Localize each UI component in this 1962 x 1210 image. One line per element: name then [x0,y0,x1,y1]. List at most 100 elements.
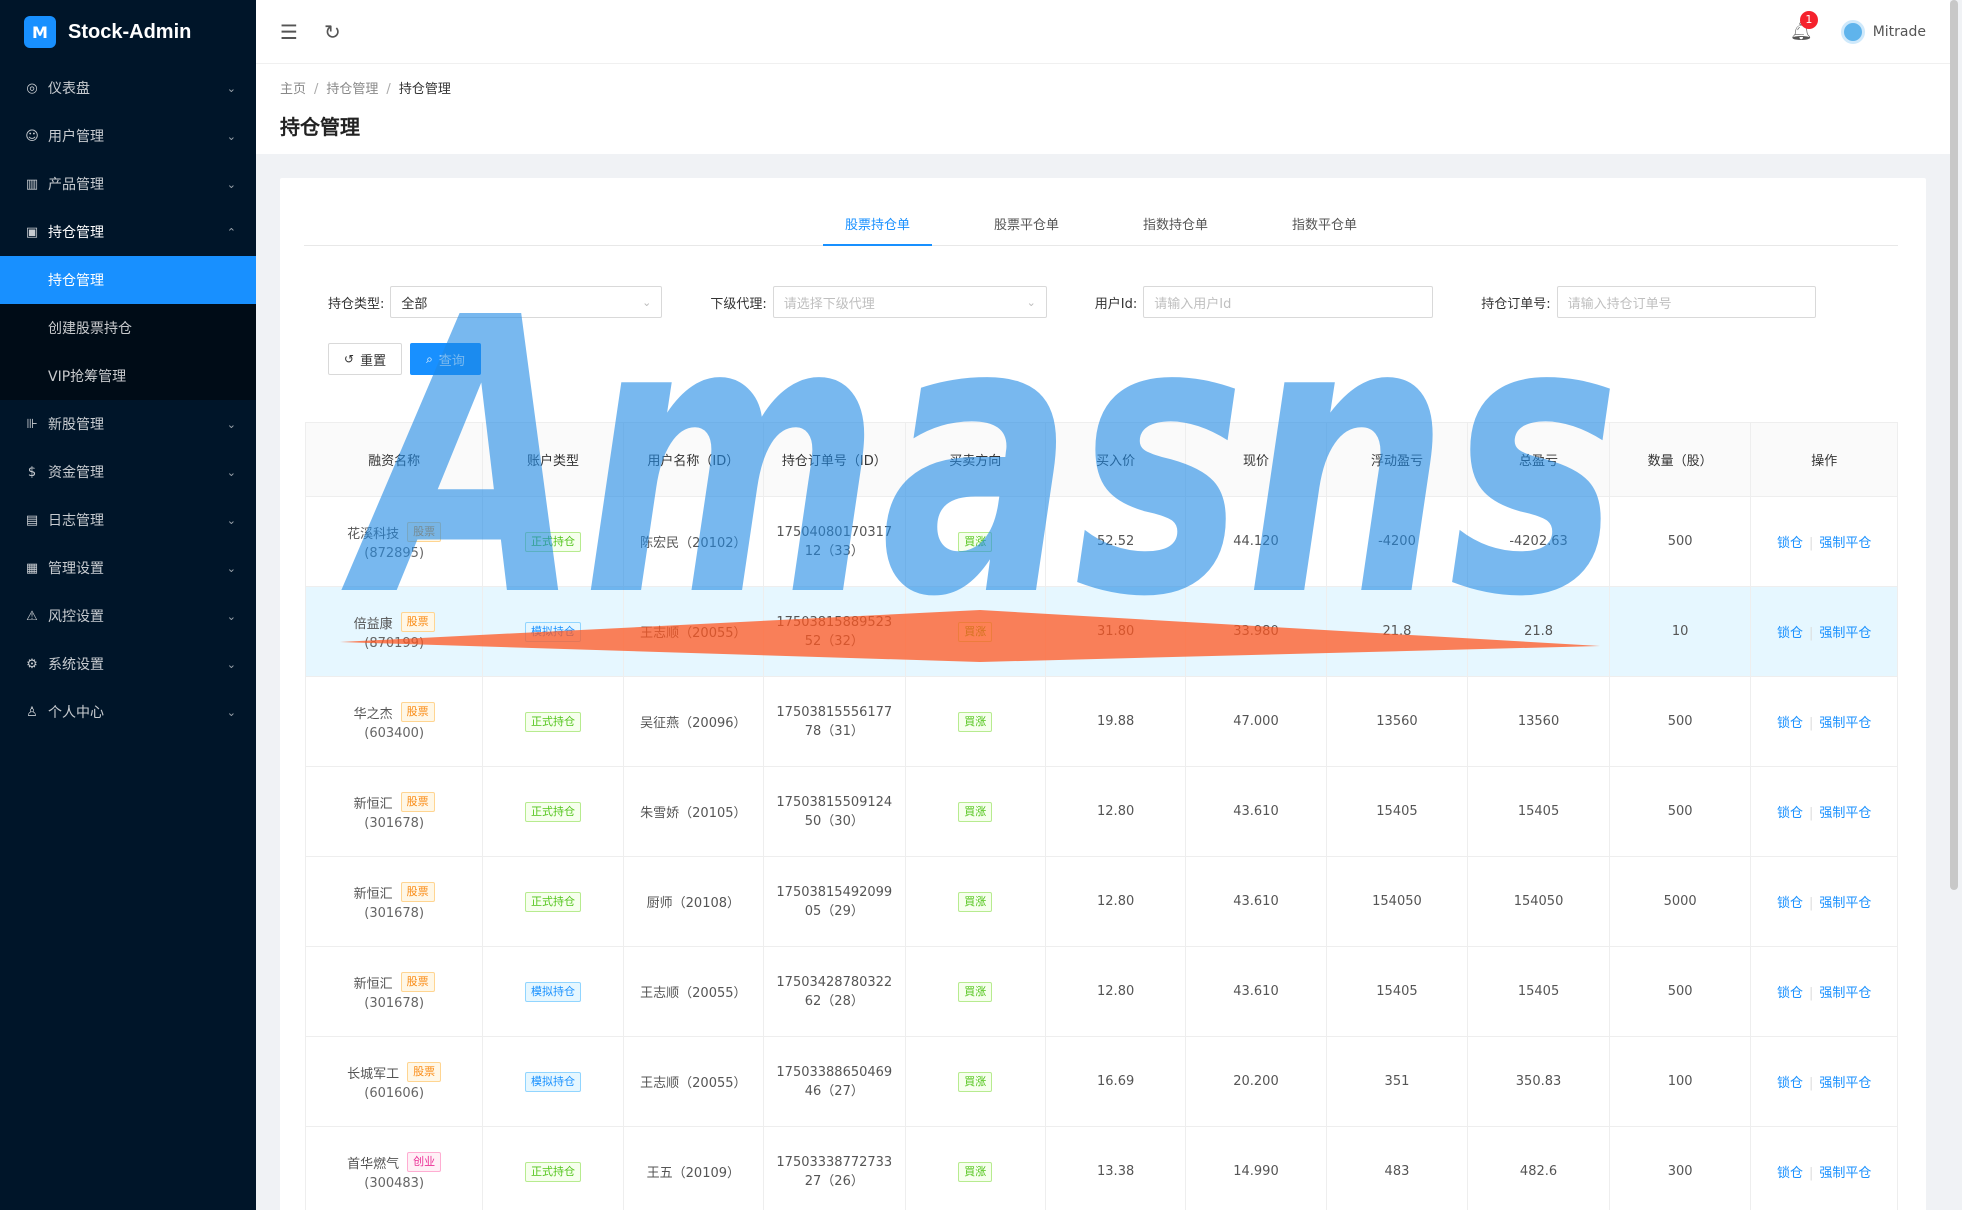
order-input[interactable]: 请输入持仓订单号 [1556,286,1816,318]
logo-icon: M [24,16,56,48]
table-row[interactable]: 花溪科技 股票 (872895) 正式持仓 陈宏民（20102） 175040801703… [304,496,1898,587]
breadcrumb-level1[interactable]: 持仓管理 [326,82,378,97]
force-close-link[interactable]: 强制平仓 [1819,896,1871,911]
search-icon: ⌕ [426,351,433,366]
cell-direction: 買涨 [904,1036,1046,1127]
order-id-line1: 17503815492099 [776,884,893,900]
cell-account-type: 正式持仓 [482,676,624,767]
cell-buy-price: 16.69 [1044,1036,1187,1127]
sidebar-item-funds[interactable]: $ 资金管理 ⌄ [0,448,256,496]
new-stock-icon: ⊪ [26,416,38,432]
sidebar-subitem-positions[interactable]: 持仓管理 [0,256,256,304]
force-close-link[interactable]: 强制平仓 [1819,1076,1871,1091]
cell-floating-pl: 13560 [1325,676,1469,767]
sidebar-item-label: 日志管理 [48,513,104,529]
avatar[interactable] [1840,19,1865,44]
tab-stock-closed[interactable]: 股票平仓单 [972,214,1081,246]
sidebar-item-label: 管理设置 [48,561,104,577]
lock-position-link[interactable]: 锁仓 [1777,626,1803,641]
table-row[interactable]: 长城军工 股票 (601606) 模拟持仓 王志顺（20055） 175033886504… [304,1036,1898,1127]
force-close-link[interactable]: 强制平仓 [1819,806,1871,821]
cell-actions: 锁仓 | 强制平仓 [1750,1036,1898,1127]
cell-stock-name: 倍益康 股票 (870199) [304,586,484,677]
warning-icon: ⚠ [26,608,38,624]
sidebar-item-positions[interactable]: ▣ 持仓管理 ⌃ [0,208,256,256]
col-header: 浮动盈亏 [1325,422,1469,497]
col-header: 用户名称（ID） [622,422,765,497]
sidebar-item-label: 风控设置 [48,609,104,625]
lock-position-link[interactable]: 锁仓 [1777,986,1803,1001]
cell-direction: 買涨 [904,856,1046,947]
order-id-line2: 50（30） [804,813,864,829]
logo[interactable]: M Stock-Admin [0,0,256,64]
cell-current-price: 43.610 [1185,946,1327,1037]
notification-bell[interactable]: 🔔︎ 1 [1790,11,1818,42]
cell-actions: 锁仓 | 强制平仓 [1750,586,1898,677]
scrollbar[interactable] [1950,0,1958,1210]
col-header: 买入价 [1044,422,1187,497]
breadcrumb: 主页 / 持仓管理 / 持仓管理 [280,82,451,97]
cell-user: 王志顺（20055） [622,586,765,677]
sidebar-item-logs[interactable]: ▤ 日志管理 ⌄ [0,496,256,544]
refresh-icon[interactable]: ↻ [324,20,341,44]
lock-position-link[interactable]: 锁仓 [1777,806,1803,821]
table-row[interactable]: 新恒汇 股票 (301678) 正式持仓 朱雪娇（20105） 1750381550912… [304,766,1898,857]
lock-position-link[interactable]: 锁仓 [1777,896,1803,911]
force-close-link[interactable]: 强制平仓 [1819,626,1871,641]
reset-button-label: 重置 [360,353,387,369]
lock-position-link[interactable]: 锁仓 [1777,1166,1803,1181]
cell-direction: 買涨 [904,496,1046,587]
lock-position-link[interactable]: 锁仓 [1777,716,1803,731]
order-id-line2: 12（33） [804,543,864,559]
stock-code: (301678) [364,906,425,921]
lock-position-link[interactable]: 锁仓 [1777,536,1803,551]
table-row[interactable]: 首华燃气 创业 (300483) 正式持仓 王五（20109） 1750333877273… [304,1126,1898,1210]
log-icon: ▤ [25,512,39,528]
stock-name: 新恒汇 [353,796,393,812]
breadcrumb-home[interactable]: 主页 [280,82,306,97]
cell-total-pl: 15405 [1467,946,1610,1037]
order-id-line2: 62（28） [804,993,864,1009]
tab-index-positions[interactable]: 指数持仓单 [1121,214,1230,246]
sidebar-subitem-vip[interactable]: VIP抢筹管理 [0,352,256,400]
sidebar-item-dashboard[interactable]: ◎ 仪表盘 ⌄ [0,64,256,112]
scrollbar-thumb[interactable] [1950,0,1958,890]
tab-stock-positions[interactable]: 股票持仓单 [822,214,932,246]
sidebar-item-users[interactable]: ☺ 用户管理 ⌄ [0,112,256,160]
position-type-select[interactable]: 全部 ⌄ [390,286,663,318]
sidebar-item-risk[interactable]: ⚠ 风控设置 ⌄ [0,592,256,640]
lock-position-link[interactable]: 锁仓 [1777,1076,1803,1091]
search-button[interactable]: ⌕ 查询 [410,343,481,375]
sidebar-item-products[interactable]: ▥ 产品管理 ⌄ [0,160,256,208]
table-row[interactable]: 新恒汇 股票 (301678) 模拟持仓 王志顺（20055） 1750342878032… [304,946,1898,1037]
username[interactable]: Mitrade [1873,24,1926,40]
account-type-badge: 正式持仓 [524,891,581,912]
agent-select[interactable]: 请选择下级代理 ⌄ [772,286,1047,318]
cell-buy-price: 13.38 [1044,1126,1187,1210]
sidebar-item-label: 资金管理 [48,465,104,481]
stock-type-badge: 股票 [400,882,435,902]
menu-fold-icon[interactable]: ☰ [280,20,298,44]
force-close-link[interactable]: 强制平仓 [1819,536,1871,551]
table-row[interactable]: 倍益康 股票 (870199) 模拟持仓 王志顺（20055） 1750381588952… [304,586,1898,677]
force-close-link[interactable]: 强制平仓 [1819,716,1871,731]
reset-button[interactable]: ↺ 重置 [328,343,403,375]
sidebar-item-system[interactable]: ⚙ 系统设置 ⌄ [0,640,256,688]
stock-name: 首华燃气 [347,1156,400,1172]
userid-input[interactable]: 请输入用户Id [1143,286,1434,318]
sidebar-item-new-stock[interactable]: ⊪ 新股管理 ⌄ [0,400,256,448]
stock-name: 新恒汇 [353,886,393,902]
order-id-line2: 46（27） [804,1083,864,1099]
cell-current-price: 44.120 [1185,496,1327,587]
tab-index-closed[interactable]: 指数平仓单 [1270,214,1379,246]
table-row[interactable]: 华之杰 股票 (603400) 正式持仓 吴征燕（20096） 1750381555617… [304,676,1898,767]
cell-direction: 買涨 [904,676,1046,767]
table-row[interactable]: 新恒汇 股票 (301678) 正式持仓 厨师（20108） 17503815492099… [304,856,1898,947]
cell-account-type: 正式持仓 [482,766,624,857]
sidebar-item-profile[interactable]: ♙ 个人中心 ⌄ [0,688,256,736]
force-close-link[interactable]: 强制平仓 [1819,986,1871,1001]
sidebar-subitem-create-position[interactable]: 创建股票持仓 [0,304,256,352]
sidebar-item-label: 个人中心 [48,705,104,721]
sidebar-item-admin-settings[interactable]: ▦ 管理设置 ⌄ [0,544,256,592]
force-close-link[interactable]: 强制平仓 [1819,1166,1871,1181]
